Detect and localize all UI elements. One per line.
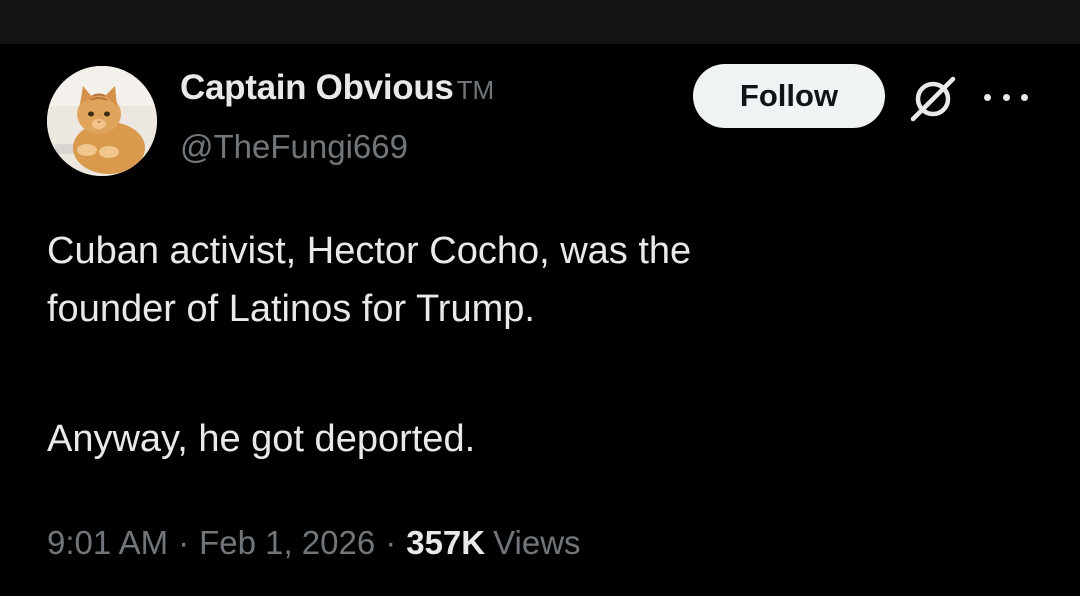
tweet-line-1: Cuban activist, Hector Cocho, was the [47,230,692,272]
orange-cat-avatar-icon [47,66,157,176]
author-handle[interactable]: @TheFungi669 [180,128,408,166]
dot-icon [984,93,991,101]
trademark-badge: TM [456,75,495,105]
dot-icon [1021,93,1028,101]
avatar[interactable] [47,66,157,176]
meta-separator: · [178,524,190,561]
tweet-line-2: founder of Latinos for Trump. [47,288,535,330]
tweet-time[interactable]: 9:01 AM [47,524,168,562]
tweet-line-3: Anyway, he got deported. [47,418,476,460]
grok-glyph-icon [910,76,956,122]
top-bar [0,0,1080,44]
tweet-text: Cuban activist, Hector Cocho, was the fo… [47,222,1037,468]
tweet-date[interactable]: Feb 1, 2026 [199,524,375,562]
follow-button[interactable]: Follow [693,64,885,128]
meta-separator: · [385,524,397,561]
views-count[interactable]: 357K [406,524,485,562]
more-options-icon[interactable] [984,82,1028,112]
dot-icon [1002,93,1010,101]
views-label: Views [493,524,581,561]
grok-icon[interactable] [906,72,960,126]
author-name-row[interactable]: Captain Obvious TM [180,68,494,118]
tweet-meta: 9:01 AM · Feb 1, 2026 · 357K Views [47,524,581,562]
author-display-name[interactable]: Captain Obvious [180,68,454,108]
tweet-card: Captain Obvious TM @TheFungi669 Follow C… [0,44,1080,596]
